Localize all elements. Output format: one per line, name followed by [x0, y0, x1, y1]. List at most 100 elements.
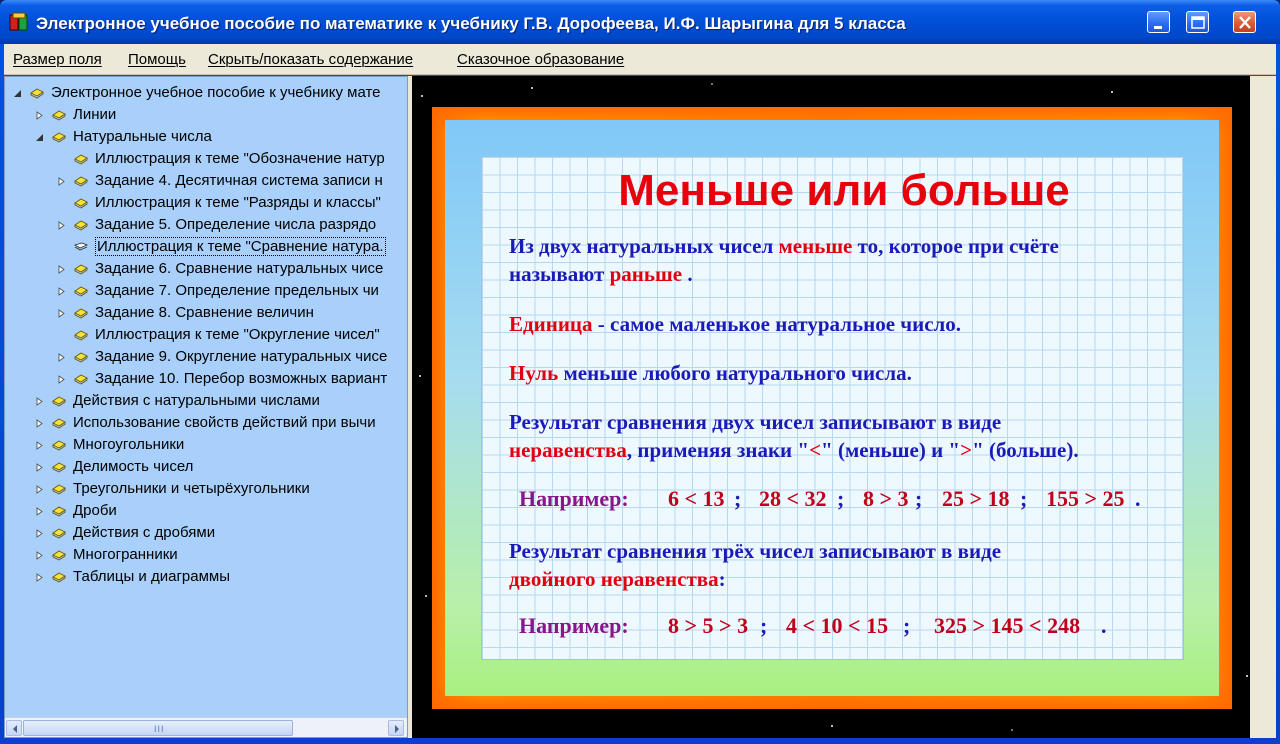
example-1-item: 28 < 32: [759, 486, 827, 511]
scroll-left-button[interactable]: [6, 720, 22, 736]
collapsed-triangle-icon[interactable]: [35, 529, 44, 538]
expanded-triangle-icon[interactable]: [13, 89, 22, 98]
rule-compare-three-text: Результат сравнения трёх чисел записываю…: [509, 539, 1002, 563]
tree-item[interactable]: Таблицы и диаграммы: [5, 567, 407, 588]
collapsed-triangle-icon[interactable]: [35, 485, 44, 494]
title-bar[interactable]: Электронное учебное пособие по математик…: [0, 0, 1280, 44]
book-icon: [74, 286, 88, 297]
tree-item-label: Натуральные числа: [73, 128, 212, 145]
collapsed-triangle-icon[interactable]: [35, 551, 44, 560]
tree-item[interactable]: Использование свойств действий при вычи: [5, 413, 407, 434]
collapsed-triangle-icon[interactable]: [35, 441, 44, 450]
book-icon: [74, 198, 88, 209]
book-icon: [74, 220, 88, 231]
open-book-icon: [74, 242, 88, 251]
app-window: Электронное учебное пособие по математик…: [0, 0, 1280, 744]
collapsed-triangle-icon[interactable]: [35, 573, 44, 582]
example-end: .: [1101, 613, 1107, 638]
menu-field-size[interactable]: Размер поля: [13, 51, 102, 68]
example-1-item: 155 > 25: [1046, 486, 1125, 511]
tree-item[interactable]: Задание 7. Определение предельных чи: [5, 281, 407, 302]
tree-item[interactable]: Треугольники и четырёхугольники: [5, 479, 407, 500]
example-separator: ;: [903, 613, 911, 638]
close-button[interactable]: [1233, 11, 1256, 33]
menu-toggle-contents[interactable]: Скрыть/показать содержание: [208, 51, 413, 68]
scroll-thumb[interactable]: III: [23, 720, 293, 736]
collapsed-triangle-icon[interactable]: [57, 309, 66, 318]
rule-smaller: Из двух натуральных чисел меньше то, кот…: [509, 232, 1059, 288]
collapsed-triangle-icon[interactable]: [35, 397, 44, 406]
tree-item[interactable]: Многогранники: [5, 545, 407, 566]
tree-item[interactable]: Задание 4. Десятичная система записи н: [5, 171, 407, 192]
arrow-left-icon: [13, 725, 17, 733]
tree-item[interactable]: Задание 9. Округление натуральных чисе: [5, 347, 407, 368]
book-icon: [74, 308, 88, 319]
tree-item[interactable]: Дроби: [5, 501, 407, 522]
menu-help[interactable]: Помощь: [128, 51, 186, 68]
example-1-item: 8 > 3: [863, 486, 909, 511]
menu-fairy-education[interactable]: Сказочное образование: [457, 51, 624, 68]
slide-title: Меньше или больше: [618, 166, 1070, 215]
rule-compare-two-text: Результат сравнения двух чисел записываю…: [509, 410, 1002, 434]
tree-item-label: Многоугольники: [73, 436, 185, 453]
tree-item[interactable]: Задание 6. Сравнение натуральных чисе: [5, 259, 407, 280]
example-1-item: 25 > 18: [942, 486, 1010, 511]
tree-item[interactable]: Иллюстрация к теме "Разряды и классы": [5, 193, 407, 214]
collapsed-triangle-icon[interactable]: [35, 419, 44, 428]
keyword-inequality: неравенства: [509, 438, 627, 462]
collapsed-triangle-icon[interactable]: [35, 463, 44, 472]
tree-item[interactable]: Задание 8. Сравнение величин: [5, 303, 407, 324]
minimize-icon: [1154, 26, 1162, 29]
tree-item[interactable]: Задание 5. Определение числа разрядо: [5, 215, 407, 236]
book-icon: [52, 418, 66, 429]
maximize-button[interactable]: [1186, 11, 1209, 33]
collapsed-triangle-icon[interactable]: [35, 507, 44, 516]
expanded-triangle-icon[interactable]: [35, 133, 44, 142]
book-icon: [52, 440, 66, 451]
tree-item-label: Задание 5. Определение числа разрядо: [95, 216, 377, 233]
rule-smaller-text-2: то, которое при счёте: [852, 234, 1059, 258]
keyword-smaller: меньше: [778, 234, 853, 258]
example-separator: ;: [734, 486, 742, 511]
tree-item-label: Треугольники и четырёхугольники: [73, 480, 310, 497]
collapsed-triangle-icon[interactable]: [57, 265, 66, 274]
tree-item[interactable]: Иллюстрация к теме "Сравнение натура.: [5, 237, 407, 258]
keyword-double-inequality: двойного неравенства: [509, 567, 719, 591]
arrow-right-icon: [395, 725, 399, 733]
tree-item[interactable]: Линии: [5, 105, 407, 126]
tree-item[interactable]: Задание 10. Перебор возможных вариант: [5, 369, 407, 390]
book-icon: [52, 396, 66, 407]
keyword-earlier: раньше: [609, 262, 683, 286]
tree-item-label: Действия с дробями: [73, 524, 216, 541]
minimize-button[interactable]: [1147, 11, 1170, 33]
tree-item-label: Иллюстрация к теме "Округление чисел": [95, 326, 380, 343]
rule-smaller-end: .: [682, 262, 693, 286]
rule-compare-three: Результат сравнения трёх чисел записываю…: [509, 537, 1001, 593]
horizontal-scrollbar[interactable]: III: [5, 717, 407, 737]
keyword-zero: Нуль: [509, 361, 559, 385]
scroll-right-button[interactable]: [388, 720, 404, 736]
collapsed-triangle-icon[interactable]: [57, 177, 66, 186]
collapsed-triangle-icon[interactable]: [57, 375, 66, 384]
rule-compare-three-colon: :: [718, 567, 726, 591]
tree-root[interactable]: Электронное учебное пособие к учебнику м…: [5, 83, 407, 104]
collapsed-triangle-icon[interactable]: [35, 111, 44, 120]
tree-item[interactable]: Иллюстрация к теме "Округление чисел": [5, 325, 407, 346]
tree-item[interactable]: Действия с натуральными числами: [5, 391, 407, 412]
collapsed-triangle-icon[interactable]: [57, 287, 66, 296]
collapsed-triangle-icon[interactable]: [57, 353, 66, 362]
keyword-one: Единица: [509, 312, 593, 336]
example-2-item: 8 > 5 > 3: [668, 613, 749, 638]
book-icon: [74, 374, 88, 385]
tree-item[interactable]: Делимость чисел: [5, 457, 407, 478]
example-1-item: 6 < 13: [668, 486, 725, 511]
tree-item[interactable]: Многоугольники: [5, 435, 407, 456]
tree-item[interactable]: Иллюстрация к теме "Обозначение натур: [5, 149, 407, 170]
book-icon: [74, 330, 88, 341]
example-separator: ;: [1020, 486, 1028, 511]
book-icon: [52, 572, 66, 583]
collapsed-triangle-icon[interactable]: [57, 221, 66, 230]
contents-tree[interactable]: Электронное учебное пособие к учебнику м…: [4, 76, 408, 738]
tree-item[interactable]: Натуральные числа: [5, 127, 407, 148]
tree-item[interactable]: Действия с дробями: [5, 523, 407, 544]
